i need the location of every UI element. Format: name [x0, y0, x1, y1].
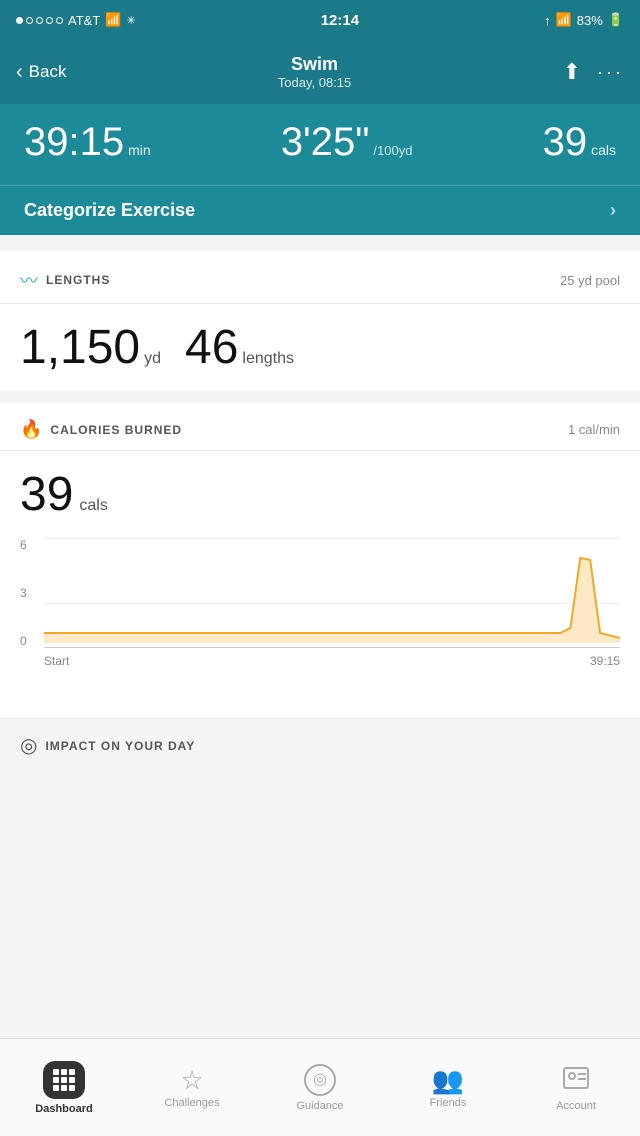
- chart-x-axis: Start 39:15: [44, 654, 620, 668]
- tab-bar: Dashboard ☆ Challenges ◎ Guidance 👥 Frie…: [0, 1038, 640, 1136]
- guidance-tab-label: Guidance: [296, 1100, 343, 1112]
- distance-unit: yd: [144, 350, 161, 368]
- calories-header: 🔥 CALORIES BURNED 1 cal/min: [0, 403, 640, 451]
- chart-line: [44, 558, 620, 638]
- bluetooth-icon: 📶: [556, 12, 572, 28]
- chart-svg: [44, 538, 620, 648]
- tab-account[interactable]: Account: [512, 1039, 640, 1136]
- dashboard-icon-bg: [43, 1061, 85, 1099]
- wifi-icon: 📶: [105, 12, 121, 28]
- calories-big-value: 39: [20, 467, 73, 522]
- stats-row: 39:15 min 3'25" /100yd 39 cals: [0, 104, 640, 185]
- calories-display: 39 cals: [20, 467, 620, 522]
- share-button[interactable]: ⬆: [563, 59, 581, 85]
- chart-y-axis: 6 3 0: [20, 538, 44, 668]
- signal-dots: [16, 17, 63, 24]
- status-bar: AT&T 📶 ✳ 12:14 ↑ 📶 83% 🔋: [0, 0, 640, 40]
- signal-dot-4: [46, 17, 53, 24]
- nav-right-actions: ⬆ ···: [563, 59, 624, 85]
- calories-big-unit: cals: [79, 497, 107, 515]
- challenges-icon: ☆: [180, 1067, 203, 1093]
- friends-icon: 👥: [432, 1067, 464, 1093]
- tab-guidance[interactable]: ◎ Guidance: [256, 1039, 384, 1136]
- pool-size-label: 25 yd pool: [560, 273, 620, 288]
- lengths-count-item: 46 lengths: [185, 320, 294, 375]
- calories-stat: 39 cals: [543, 120, 616, 165]
- flame-icon: 🔥: [20, 419, 42, 440]
- duration-unit: min: [128, 142, 151, 158]
- lengths-count-unit: lengths: [242, 350, 294, 368]
- y-label-0: 0: [20, 634, 44, 648]
- x-label-start: Start: [44, 654, 69, 668]
- calories-section-label: CALORIES BURNED: [50, 423, 182, 437]
- categorize-bar[interactable]: Categorize Exercise ›: [0, 185, 640, 235]
- lengths-content: 1,150 yd 46 lengths: [0, 304, 640, 391]
- distance-item: 1,150 yd: [20, 320, 161, 375]
- pace-value: 3'25": [281, 120, 370, 165]
- signal-dot-2: [26, 17, 33, 24]
- status-left: AT&T 📶 ✳: [16, 12, 136, 28]
- y-label-3: 3: [20, 586, 44, 600]
- title-subtitle: Today, 08:15: [278, 75, 351, 90]
- impact-icon: ◎: [20, 733, 37, 758]
- lengths-label: LENGTHS: [46, 273, 110, 287]
- lengths-header-left: 〰 LENGTHS: [20, 267, 110, 293]
- more-button[interactable]: ···: [597, 62, 624, 83]
- location-icon: ↑: [544, 13, 551, 28]
- nav-title: Swim Today, 08:15: [278, 54, 351, 90]
- dashboard-grid-icon: [53, 1069, 75, 1091]
- categorize-label: Categorize Exercise: [24, 200, 195, 221]
- calories-chart: 6 3 0 Start 39:15: [0, 538, 640, 718]
- lengths-section: 〰 LENGTHS 25 yd pool 1,150 yd 46 lengths: [0, 235, 640, 391]
- signal-dot-5: [56, 17, 63, 24]
- carrier-label: AT&T: [68, 13, 100, 28]
- distance-value: 1,150: [20, 320, 140, 375]
- challenges-tab-label: Challenges: [164, 1097, 219, 1109]
- dashboard-tab-label: Dashboard: [35, 1103, 92, 1115]
- activity-icon: ✳: [126, 14, 135, 27]
- duration-value: 39:15: [24, 120, 124, 165]
- signal-dot-1: [16, 17, 23, 24]
- calories-content: 39 cals: [0, 451, 640, 538]
- battery-label: 83%: [577, 13, 603, 28]
- chart-inner: Start 39:15: [44, 538, 620, 668]
- y-label-6: 6: [20, 538, 44, 552]
- calories-value: 39: [543, 120, 588, 165]
- wave-icon: 〰: [20, 267, 38, 293]
- back-button[interactable]: ‹ Back: [16, 61, 66, 84]
- nav-bar: ‹ Back Swim Today, 08:15 ⬆ ···: [0, 40, 640, 104]
- x-label-end: 39:15: [590, 654, 620, 668]
- tab-challenges[interactable]: ☆ Challenges: [128, 1039, 256, 1136]
- lengths-count-value: 46: [185, 320, 238, 375]
- tab-friends[interactable]: 👥 Friends: [384, 1039, 512, 1136]
- chart-fill: [44, 558, 620, 643]
- tab-dashboard[interactable]: Dashboard: [0, 1039, 128, 1136]
- status-time: 12:14: [321, 12, 359, 29]
- title-main: Swim: [278, 54, 351, 75]
- status-right: ↑ 📶 83% 🔋: [544, 12, 624, 28]
- impact-section: ◎ IMPACT ON YOUR DAY: [0, 718, 640, 772]
- chevron-left-icon: ‹: [16, 61, 23, 84]
- friends-tab-label: Friends: [430, 1097, 467, 1109]
- pace-unit: /100yd: [373, 143, 412, 158]
- duration-stat: 39:15 min: [24, 120, 151, 165]
- signal-dot-3: [36, 17, 43, 24]
- guidance-icon: ◎: [304, 1064, 336, 1096]
- impact-label: IMPACT ON YOUR DAY: [45, 739, 195, 753]
- calories-section: 🔥 CALORIES BURNED 1 cal/min 39 cals 6 3 …: [0, 391, 640, 718]
- pace-stat: 3'25" /100yd: [281, 120, 413, 165]
- lengths-values: 1,150 yd 46 lengths: [20, 320, 620, 375]
- account-tab-label: Account: [556, 1100, 596, 1112]
- back-label: Back: [29, 62, 67, 82]
- account-svg-icon: [562, 1064, 590, 1092]
- battery-icon: 🔋: [608, 12, 624, 28]
- lengths-header: 〰 LENGTHS 25 yd pool: [0, 251, 640, 304]
- calories-rate-label: 1 cal/min: [568, 422, 620, 437]
- calories-unit: cals: [591, 142, 616, 158]
- calories-header-left: 🔥 CALORIES BURNED: [20, 419, 182, 440]
- account-icon: [562, 1064, 590, 1096]
- categorize-chevron-icon: ›: [610, 200, 616, 221]
